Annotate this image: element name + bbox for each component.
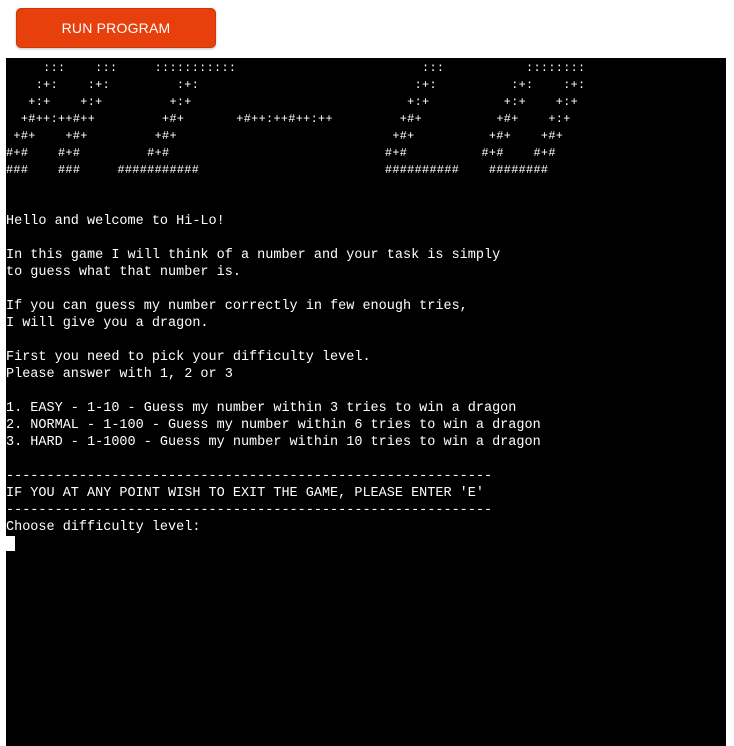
- terminal-prompt-text: Hello and welcome to Hi-Lo! In this game…: [6, 214, 541, 535]
- text-cursor: [6, 536, 15, 551]
- ascii-banner-line: #+# #+# #+# #+# #+# #+#: [6, 146, 556, 160]
- ascii-banner-line: +:+ +:+ +:+ +:+ +:+ +:+: [28, 95, 579, 109]
- ascii-banner-line: ::: ::: ::::::::::: ::: ::::::::: [43, 61, 586, 75]
- terminal-output[interactable]: ::: ::: ::::::::::: ::: :::::::: :+: :+:…: [6, 58, 726, 746]
- ascii-banner-line: ### ### ########### ########## ########: [6, 163, 549, 177]
- terminal-scrollbar[interactable]: [726, 58, 734, 746]
- ascii-banner-line: +#++:++#++ +#+ +#++:++#++:++ +#+ +#+ +:+: [20, 112, 571, 126]
- ascii-banner-line: :+: :+: :+: :+: :+: :+:: [35, 78, 586, 92]
- ascii-banner: ::: ::: ::::::::::: ::: :::::::: :+: :+:…: [6, 60, 585, 179]
- terminal-body-text: Hello and welcome to Hi-Lo! In this game…: [6, 179, 541, 554]
- run-program-button[interactable]: RUN PROGRAM: [16, 8, 216, 48]
- ascii-banner-line: +#+ +#+ +#+ +#+ +#+ +#+: [13, 129, 564, 143]
